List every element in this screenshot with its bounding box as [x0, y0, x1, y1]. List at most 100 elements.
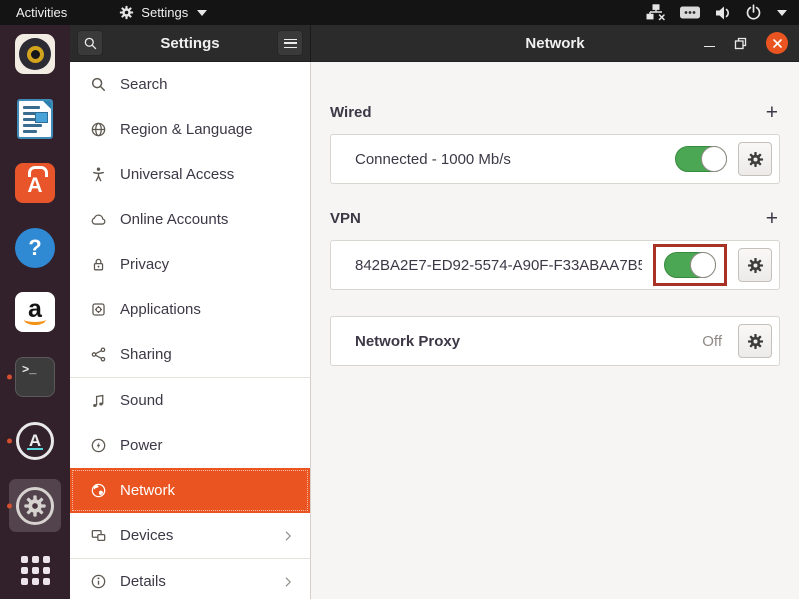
proxy-settings-button[interactable]: [738, 324, 772, 358]
dock-item-libreoffice-writer[interactable]: [0, 97, 70, 141]
info-icon: [90, 573, 107, 590]
minimize-button[interactable]: [704, 39, 715, 47]
network-globe-icon: [90, 482, 107, 499]
chevron-down-icon[interactable]: [777, 10, 787, 16]
app-a-icon: A: [16, 422, 54, 460]
speaker-app-icon: [15, 34, 55, 74]
sidebar-item-sound[interactable]: Sound: [70, 378, 310, 423]
sidebar-item-details[interactable]: Details: [70, 559, 310, 599]
sidebar-item-search[interactable]: Search: [70, 62, 310, 107]
settings-gear-icon: [16, 487, 54, 525]
wired-settings-button[interactable]: [738, 142, 772, 176]
applications-icon: [90, 301, 107, 318]
app-menu[interactable]: Settings: [119, 5, 207, 20]
sidebar-item-label: Search: [120, 76, 168, 93]
vpn-row: 842BA2E7-ED92-5574-A90F-F33ABAA7B52…: [331, 241, 779, 289]
sidebar-item-online-accounts[interactable]: Online Accounts: [70, 197, 310, 242]
settings-gear-icon: [119, 5, 134, 20]
dock-item-speaker[interactable]: [0, 32, 70, 76]
toggle-knob: [701, 146, 727, 172]
sidebar-item-label: Power: [120, 437, 163, 454]
maximize-button[interactable]: [734, 37, 747, 50]
sidebar-item-applications[interactable]: Applications: [70, 287, 310, 332]
running-indicator: [7, 503, 12, 508]
lock-icon: [90, 256, 107, 273]
wired-toggle[interactable]: [675, 146, 727, 172]
sidebar-item-label: Sound: [120, 392, 163, 409]
sidebar-item-label: Devices: [120, 527, 173, 544]
software-store-icon: A: [15, 163, 55, 203]
dock-item-ubuntu-software[interactable]: A: [0, 161, 70, 205]
accessibility-icon: [90, 166, 107, 183]
sidebar-headerbar: Settings: [70, 25, 311, 62]
app-menu-label: Settings: [141, 5, 188, 20]
sidebar-item-label: Online Accounts: [120, 211, 228, 228]
settings-sidebar: Search Region & Language: [70, 62, 311, 599]
menu-button[interactable]: [277, 30, 303, 56]
search-button[interactable]: [77, 30, 103, 56]
keyboard-icon[interactable]: [679, 5, 701, 20]
dock-item-show-applications[interactable]: [0, 548, 70, 592]
volume-icon[interactable]: [714, 5, 732, 21]
sidebar-item-devices[interactable]: Devices: [70, 513, 310, 558]
search-icon: [90, 76, 107, 93]
dock-item-terminal[interactable]: >_: [0, 355, 70, 399]
terminal-glyph: >_: [22, 363, 36, 377]
add-vpn-button[interactable]: +: [764, 212, 780, 226]
hamburger-icon: [284, 39, 297, 48]
sidebar-item-power[interactable]: Power: [70, 423, 310, 468]
top-bar: Activities Settings: [0, 0, 799, 25]
sidebar-item-label: Region & Language: [120, 121, 253, 138]
sidebar-item-sharing[interactable]: Sharing: [70, 332, 310, 377]
wired-section: Wired + Connected - 1000 Mb/s: [330, 104, 780, 184]
dock-item-amazon[interactable]: a: [0, 290, 70, 334]
gear-icon: [747, 151, 764, 168]
vpn-toggle[interactable]: [664, 252, 716, 278]
network-offline-icon[interactable]: [646, 4, 666, 21]
help-glyph: ?: [28, 235, 41, 261]
document-app-icon: [17, 99, 53, 139]
terminal-icon: >_: [15, 357, 55, 397]
globe-icon: [90, 121, 107, 138]
sidebar-item-label: Details: [120, 573, 166, 590]
vpn-section: VPN + 842BA2E7-ED92-5574-A90F-F33ABAA7B5…: [330, 210, 780, 290]
sidebar-item-label: Applications: [120, 301, 201, 318]
running-indicator: [7, 374, 12, 379]
vpn-card: 842BA2E7-ED92-5574-A90F-F33ABAA7B52…: [330, 240, 780, 290]
close-button[interactable]: [766, 32, 788, 54]
add-wired-connection-button[interactable]: +: [764, 106, 780, 120]
app-a-glyph: A: [29, 431, 41, 451]
annotation-highlight-box: [653, 244, 727, 286]
power-bolt-icon: [90, 437, 107, 454]
wired-section-title: Wired: [330, 104, 372, 121]
dock: A ? a >_ A: [0, 25, 70, 599]
chevron-right-icon: [281, 529, 295, 543]
network-proxy-card: Network Proxy Off: [330, 316, 780, 366]
sidebar-item-universal-access[interactable]: Universal Access: [70, 152, 310, 197]
share-icon: [90, 346, 107, 363]
sidebar-item-region-language[interactable]: Region & Language: [70, 107, 310, 152]
amazon-glyph: a: [28, 297, 42, 322]
power-icon[interactable]: [745, 4, 762, 21]
dock-item-help[interactable]: ?: [0, 226, 70, 270]
gear-icon: [747, 333, 764, 350]
chevron-down-icon: [197, 10, 207, 16]
sidebar-item-label: Network: [120, 482, 175, 499]
activities-button[interactable]: Activities: [12, 5, 71, 20]
sidebar-item-label: Universal Access: [120, 166, 234, 183]
dock-item-settings[interactable]: [0, 484, 70, 528]
network-proxy-row: Network Proxy Off: [331, 317, 779, 365]
toggle-knob: [690, 252, 716, 278]
sidebar-item-label: Sharing: [120, 346, 172, 363]
sidebar-item-network[interactable]: Network: [70, 468, 310, 513]
cloud-icon: [90, 211, 107, 228]
vpn-settings-button[interactable]: [738, 248, 772, 282]
music-note-icon: [90, 392, 107, 409]
network-proxy-label: Network Proxy: [355, 333, 691, 350]
dock-item-app-a[interactable]: A: [0, 419, 70, 463]
chevron-right-icon: [281, 575, 295, 589]
amazon-icon: a: [15, 292, 55, 332]
sidebar-item-privacy[interactable]: Privacy: [70, 242, 310, 287]
proxy-status-value: Off: [702, 333, 722, 350]
vpn-section-title: VPN: [330, 210, 361, 227]
